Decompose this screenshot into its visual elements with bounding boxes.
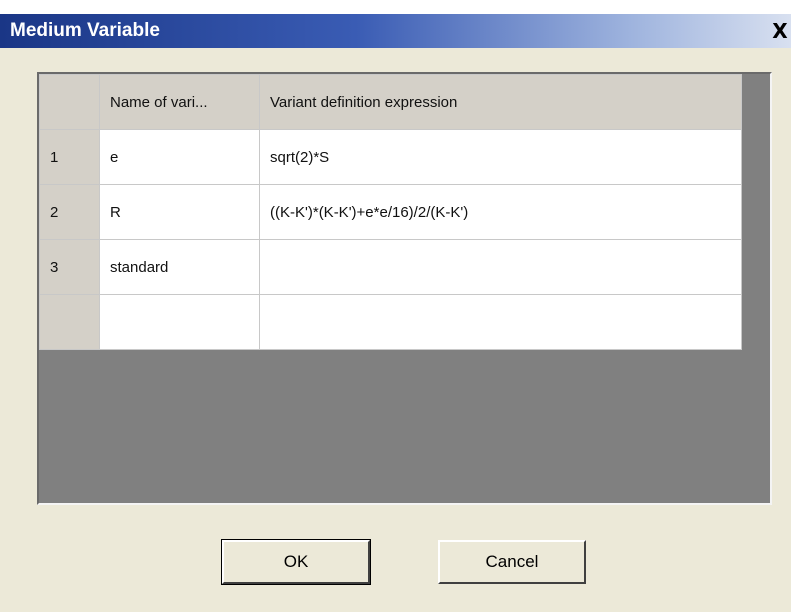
expression-cell[interactable] bbox=[259, 239, 742, 295]
column-header-name[interactable]: Name of vari... bbox=[99, 74, 260, 130]
variable-name-cell[interactable] bbox=[99, 294, 260, 350]
table-row-new[interactable] bbox=[39, 294, 742, 350]
table-row[interactable]: 1 e sqrt(2)*S bbox=[39, 129, 742, 185]
corner-header-cell[interactable] bbox=[39, 74, 100, 130]
row-number[interactable]: 3 bbox=[39, 239, 100, 295]
expression-cell[interactable] bbox=[259, 294, 742, 350]
ok-button[interactable]: OK bbox=[221, 539, 371, 585]
row-number[interactable]: 1 bbox=[39, 129, 100, 185]
title-bar[interactable]: Medium Variable X bbox=[0, 14, 791, 48]
close-icon[interactable]: X bbox=[768, 20, 791, 42]
window-title: Medium Variable bbox=[10, 20, 160, 41]
variable-table: Name of vari... Variant definition expre… bbox=[39, 74, 742, 350]
variable-grid[interactable]: Name of vari... Variant definition expre… bbox=[37, 72, 772, 505]
variable-name-cell[interactable]: standard bbox=[99, 239, 260, 295]
row-number[interactable]: 2 bbox=[39, 184, 100, 240]
column-header-expression[interactable]: Variant definition expression bbox=[259, 74, 742, 130]
header-row: Name of vari... Variant definition expre… bbox=[39, 74, 742, 130]
row-number[interactable] bbox=[39, 294, 100, 350]
expression-cell[interactable]: sqrt(2)*S bbox=[259, 129, 742, 185]
variable-name-cell[interactable]: e bbox=[99, 129, 260, 185]
button-bar: OK Cancel bbox=[0, 539, 791, 590]
variable-name-cell[interactable]: R bbox=[99, 184, 260, 240]
screen-top-strip bbox=[0, 0, 791, 14]
expression-cell[interactable]: ((K-K')*(K-K')+e*e/16)/2/(K-K') bbox=[259, 184, 742, 240]
table-row[interactable]: 2 R ((K-K')*(K-K')+e*e/16)/2/(K-K') bbox=[39, 184, 742, 240]
table-row[interactable]: 3 standard bbox=[39, 239, 742, 295]
cancel-button[interactable]: Cancel bbox=[438, 540, 586, 584]
